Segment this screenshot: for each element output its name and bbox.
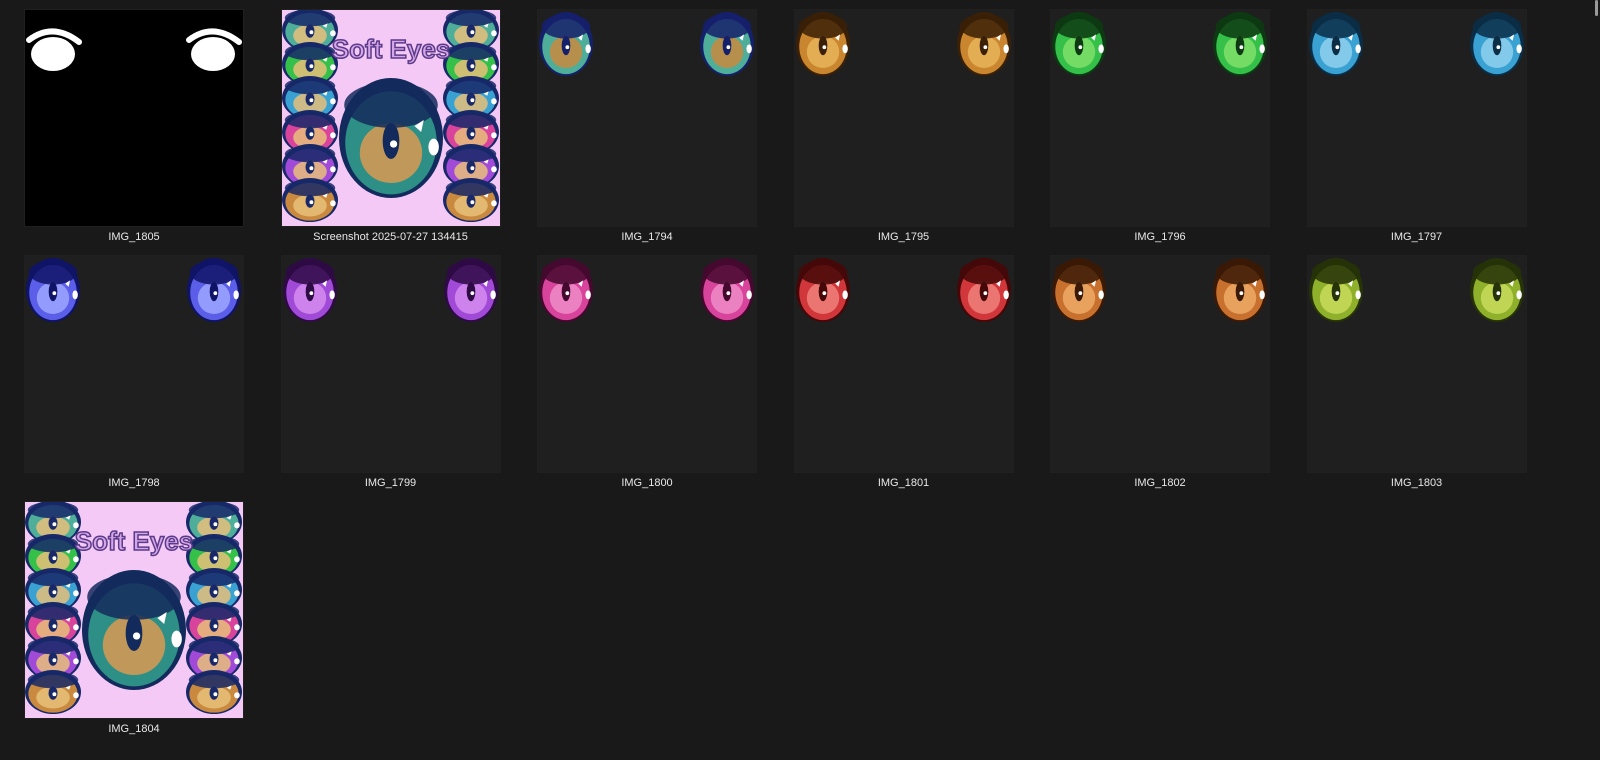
eye-texture-image [1308,12,1524,76]
file-tile[interactable]: IMG_1802 [1026,246,1276,489]
eye-texture-image [539,12,754,76]
eye-right [956,12,1011,76]
file-name: IMG_1799 [364,477,417,489]
preview-title: Soft Eyes [331,34,450,64]
file-tile[interactable]: IMG_1796 [1026,0,1276,243]
file-thumbnail [538,10,756,226]
file-grid: IMG_1805 Soft Eyes Screenshot 2025-07-27 1… [0,0,1600,760]
file-tile[interactable]: IMG_1794 [513,0,763,243]
eye-texture-image [26,258,241,322]
file-tile[interactable]: IMG_1798 [0,246,250,489]
file-name: IMG_1796 [1134,231,1186,243]
file-tile[interactable]: IMG_1797 [1283,0,1533,243]
eye-right [1469,258,1524,322]
eye-left [539,12,593,76]
eye-mask-shape [186,28,242,71]
file-tile[interactable]: Soft Eyes IMG_1804 [0,492,250,735]
eye-texture-image [1052,12,1267,76]
file-thumbnail [1307,256,1526,472]
eye-left [795,258,850,322]
eye-left [539,258,593,322]
file-name: IMG_1802 [1134,477,1186,489]
eye-right [1469,12,1524,76]
eye-texture-image [1308,258,1524,322]
file-name: IMG_1801 [877,477,930,489]
file-tile[interactable]: Soft Eyes Screenshot 2025-07-27 134415 [257,0,507,243]
eye-right [1213,12,1267,76]
eye-mask-shape [26,28,82,71]
eye-left [1052,12,1106,76]
preview-eye-right [442,178,499,222]
file-thumbnail [1051,256,1269,472]
eye-right [956,258,1011,322]
eye-right [1213,258,1267,322]
file-tile[interactable]: IMG_1799 [257,246,507,489]
file-name: IMG_1800 [621,477,673,489]
file-name: Screenshot 2025-07-27 134415 [313,231,468,243]
file-name: IMG_1803 [1390,477,1443,489]
preview-eye-large [82,570,186,690]
file-name: IMG_1797 [1390,231,1443,243]
file-tile[interactable]: IMG_1800 [513,246,763,489]
file-name: IMG_1794 [621,231,673,243]
eye-left [1052,258,1106,322]
preview-image: Soft Eyes [281,10,499,222]
eye-left [282,258,337,322]
preview-title: Soft Eyes [75,526,194,556]
file-thumbnail [281,256,500,472]
eye-left [1308,258,1363,322]
file-thumbnail [1307,10,1526,226]
file-tile[interactable]: IMG_1803 [1283,246,1533,489]
file-thumbnail [794,10,1013,226]
preview-eye-large [338,78,443,198]
preview-image: Soft Eyes [25,502,242,714]
eye-mask-image [26,28,242,71]
scrollbar-thumb[interactable] [1595,0,1598,16]
file-name: IMG_1805 [108,231,160,243]
preview-eye-right [186,670,242,714]
file-thumbnail [1051,10,1269,226]
file-thumbnail: Soft Eyes [281,10,500,226]
file-thumbnail [25,10,243,226]
preview-eye-left [281,178,338,222]
eye-right [700,12,754,76]
eye-left [795,12,850,76]
file-thumbnail: Soft Eyes [25,502,243,718]
preview-eye-left [25,670,81,714]
file-thumbnail [25,256,243,472]
file-name: IMG_1804 [108,723,160,735]
eye-texture-image [795,12,1011,76]
eye-texture-image [1052,258,1267,322]
eye-texture-image [282,258,498,322]
eye-right [443,258,498,322]
eye-right [700,258,754,322]
file-name: IMG_1798 [108,477,160,489]
eye-texture-image [795,258,1011,322]
file-name: IMG_1795 [877,231,930,243]
eye-texture-image [539,258,754,322]
file-tile[interactable]: IMG_1795 [770,0,1020,243]
file-tile[interactable]: IMG_1801 [770,246,1020,489]
file-thumbnail [538,256,756,472]
file-tile[interactable]: IMG_1805 [0,0,250,243]
eye-left [1308,12,1363,76]
file-thumbnail [794,256,1013,472]
eye-left [26,258,80,322]
eye-right [187,258,241,322]
